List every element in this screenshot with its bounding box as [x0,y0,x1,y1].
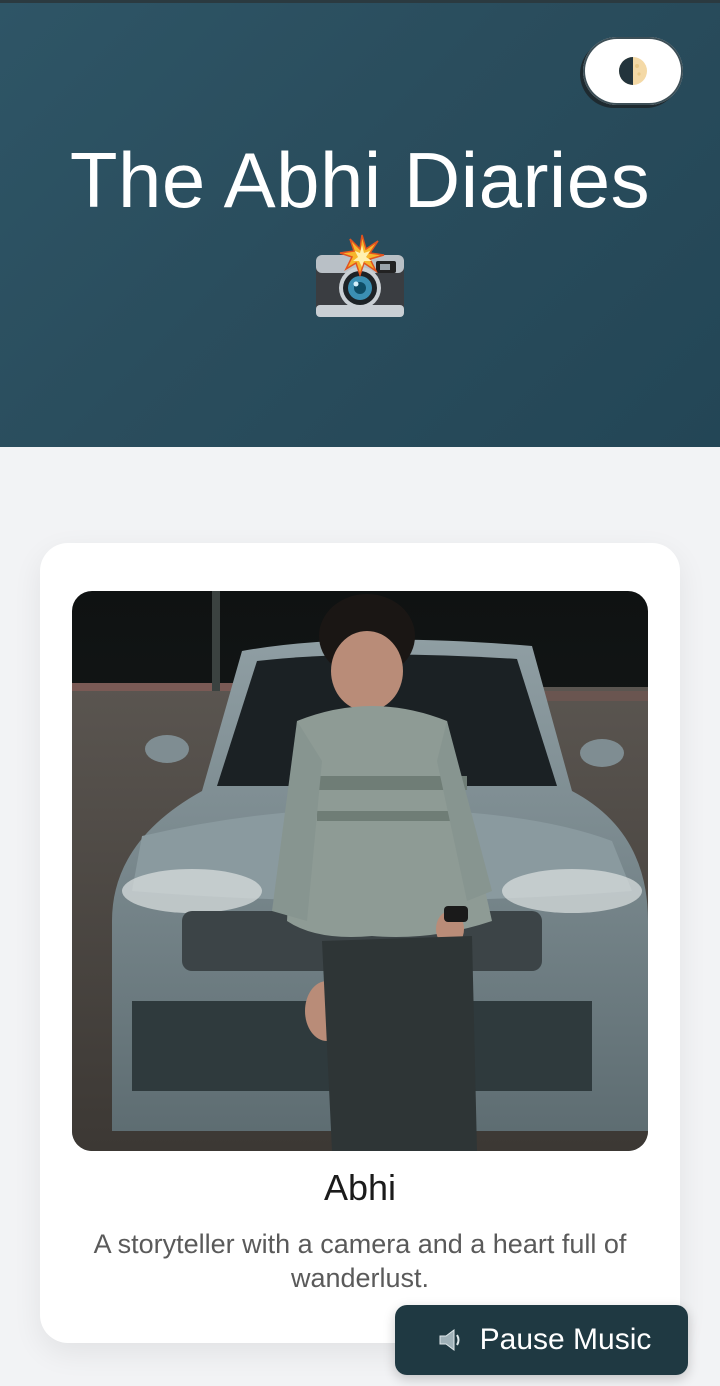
profile-photo [72,591,648,1151]
speaker-icon [439,1329,460,1351]
theme-toggle-button[interactable] [583,37,683,105]
camera-with-flash-icon [310,233,410,323]
music-button-label: Pause Music [479,1323,652,1356]
profile-name: Abhi [323,1167,397,1208]
profile-card: Abhi A storyteller with a camera and a h… [40,543,680,1343]
site-header: The Abhi Diaries [0,3,720,447]
page-title: The Abhi Diaries [69,136,651,224]
pause-music-button[interactable]: Pause Music [395,1305,688,1375]
profile-bio: A storyteller with a camera and a heart … [93,1229,627,1293]
half-moon-icon [619,57,647,85]
